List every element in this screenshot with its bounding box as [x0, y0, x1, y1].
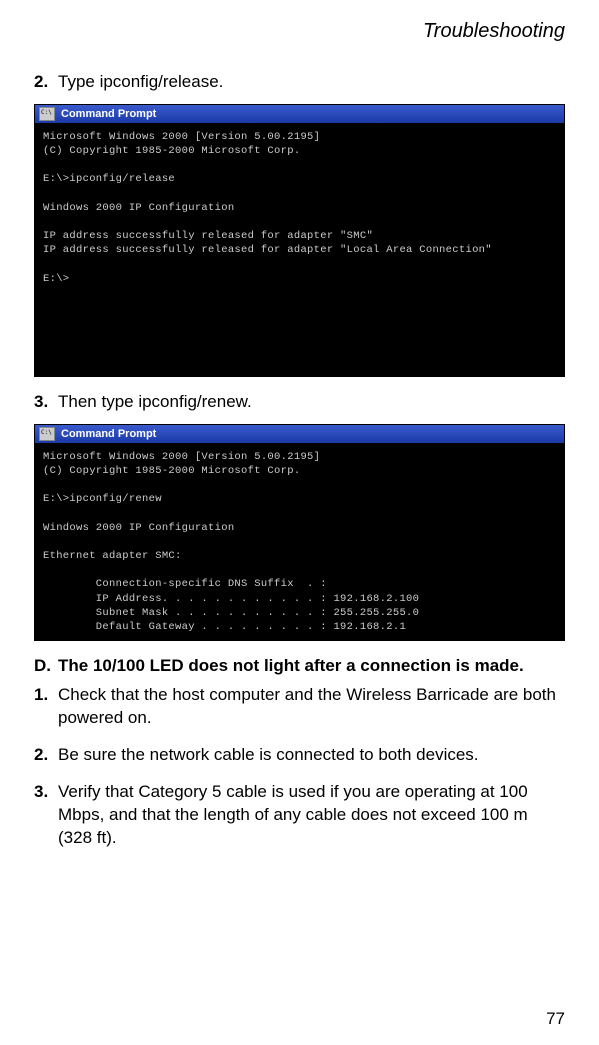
console-line: Windows 2000 IP Configuration [43, 522, 234, 534]
console-line: (C) Copyright 1985-2000 Microsoft Corp. [43, 465, 300, 477]
console-line: Default Gateway . . . . . . . . . : 192.… [43, 621, 406, 633]
console-line: (C) Copyright 1985-2000 Microsoft Corp. [43, 145, 300, 157]
command-prompt-icon [39, 427, 55, 441]
step-number: 2. [34, 744, 58, 767]
page: Troubleshooting 2. Type ipconfig/release… [0, 0, 599, 1045]
step-text: Verify that Category 5 cable is used if … [58, 781, 565, 850]
step-3: 3. Then type ipconfig/renew. [34, 391, 565, 414]
console-line: Ethernet adapter SMC: [43, 550, 182, 562]
console-line: IP address successfully released for ada… [43, 230, 373, 242]
console-line: E:\>ipconfig/release [43, 173, 175, 185]
console-line: IP address successfully released for ada… [43, 244, 492, 256]
section-d-heading: D. The 10/100 LED does not light after a… [34, 655, 565, 678]
command-prompt-window-renew: Command Prompt Microsoft Windows 2000 [V… [34, 424, 565, 641]
console-line: IP Address. . . . . . . . . . . . : 192.… [43, 593, 419, 605]
console-line: Microsoft Windows 2000 [Version 5.00.219… [43, 131, 320, 143]
section-d-step-2: 2. Be sure the network cable is connecte… [34, 744, 565, 767]
console-line: E:\> [43, 273, 69, 285]
console-line: Microsoft Windows 2000 [Version 5.00.219… [43, 451, 320, 463]
section-d-step-1: 1. Check that the host computer and the … [34, 684, 565, 730]
console-line: E:\>ipconfig/renew [43, 493, 162, 505]
section-d-step-3: 3. Verify that Category 5 cable is used … [34, 781, 565, 850]
window-title: Command Prompt [61, 428, 156, 440]
step-number: 2. [34, 71, 58, 94]
step-number: 3. [34, 391, 58, 414]
step-2: 2. Type ipconfig/release. [34, 71, 565, 94]
console-line: Connection-specific DNS Suffix . : [43, 578, 327, 590]
console-line: Subnet Mask . . . . . . . . . . . : 255.… [43, 607, 419, 619]
step-text: Then type ipconfig/renew. [58, 391, 565, 414]
section-title: The 10/100 LED does not light after a co… [58, 655, 565, 678]
step-number: 1. [34, 684, 58, 730]
window-titlebar: Command Prompt [35, 105, 564, 124]
page-number: 77 [546, 1009, 565, 1029]
console-output: Microsoft Windows 2000 [Version 5.00.219… [35, 124, 564, 376]
command-prompt-window-release: Command Prompt Microsoft Windows 2000 [V… [34, 104, 565, 377]
window-titlebar: Command Prompt [35, 425, 564, 444]
step-text: Type ipconfig/release. [58, 71, 565, 94]
window-title: Command Prompt [61, 108, 156, 120]
step-number: 3. [34, 781, 58, 850]
console-line: Windows 2000 IP Configuration [43, 202, 234, 214]
page-header: Troubleshooting [34, 20, 565, 43]
command-prompt-icon [39, 107, 55, 121]
step-text: Check that the host computer and the Wir… [58, 684, 565, 730]
section-letter: D. [34, 655, 58, 678]
step-text: Be sure the network cable is connected t… [58, 744, 565, 767]
console-output: Microsoft Windows 2000 [Version 5.00.219… [35, 444, 564, 640]
